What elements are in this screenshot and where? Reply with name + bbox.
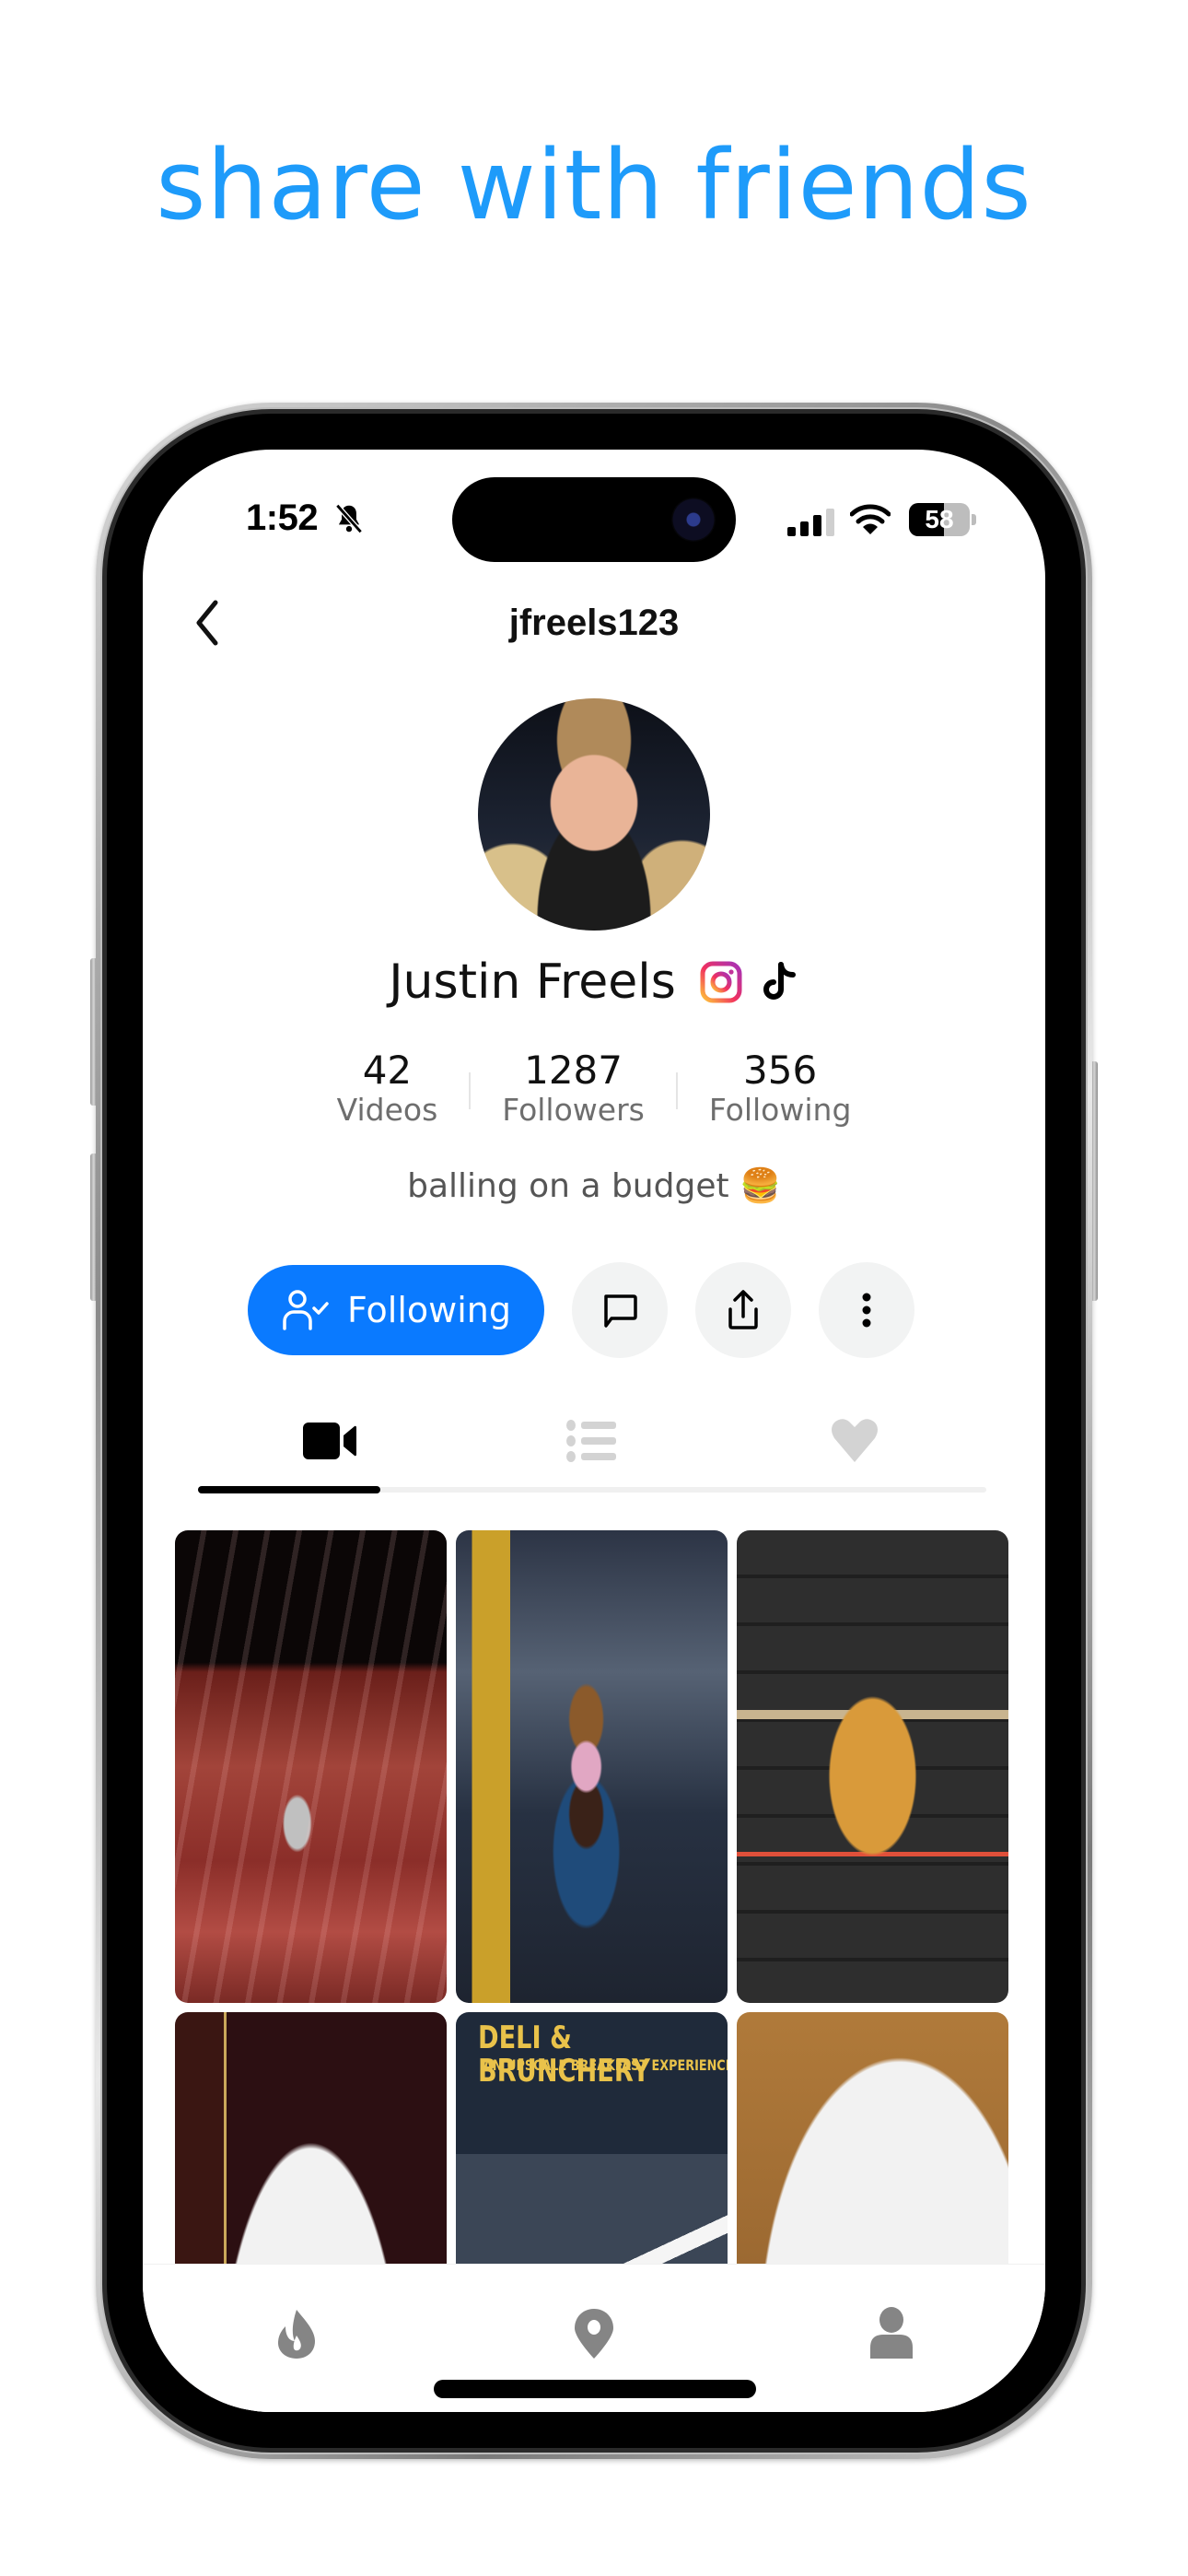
status-time: 1:52 [246,498,319,538]
stat-value: 356 [743,1048,818,1093]
display-name: Justin Freels [389,954,676,1010]
more-options-button[interactable] [819,1262,914,1358]
avatar[interactable] [478,698,710,931]
more-vertical-icon [862,1293,871,1328]
battery-percent: 58 [925,505,954,533]
video-thumbnail[interactable] [175,1530,447,2003]
tab-likes[interactable] [724,1404,986,1478]
battery-icon: 58 [909,503,970,536]
stat-label: Followers [502,1092,645,1128]
following-button[interactable]: Following [248,1265,544,1355]
flame-icon [278,2310,315,2359]
following-button-label: Following [347,1290,511,1330]
user-check-icon [283,1290,329,1330]
stat-videos[interactable]: 42 Videos [306,1050,470,1130]
tab-videos[interactable] [198,1404,460,1478]
stat-value: 42 [362,1048,413,1093]
wifi-icon [850,504,891,534]
heart-icon [832,1419,879,1462]
profile-username: jfreels123 [508,603,680,643]
phone-screen: 1:52 58 jfreels123 Justin Freels 42 Vide… [143,450,1045,2412]
dynamic-island [452,477,736,562]
home-indicator[interactable] [434,2380,756,2398]
battery-tip [972,514,976,525]
video-camera-icon [302,1423,356,1459]
tiktok-icon[interactable] [759,961,799,1003]
user-icon [870,2307,913,2359]
profile-bio: balling on a budget 🍔 [407,1167,781,1205]
nav-map[interactable] [562,2301,626,2366]
stat-label: Videos [336,1092,438,1128]
share-icon [728,1290,758,1329]
map-pin-icon [575,2309,613,2359]
message-square-icon [604,1294,637,1328]
instagram-icon[interactable] [700,961,742,1003]
nav-feed[interactable] [264,2301,329,2366]
tab-lists[interactable] [460,1404,723,1478]
stat-label: Following [708,1092,852,1128]
stat-following[interactable]: 356 Following [678,1050,883,1130]
share-button[interactable] [695,1262,791,1358]
profile-tabs [198,1404,986,1487]
video-thumbnail[interactable] [456,1530,728,2003]
stat-value: 1287 [524,1048,623,1093]
profile-name-row: Justin Freels [143,954,1045,1010]
video-thumbnail[interactable] [737,1530,1008,2003]
active-tab-indicator [198,1486,380,1493]
thumbnail-sign-subtext: AN UPSCALE BREAKFAST EXPERIENCE [483,2056,728,2074]
bell-slash-icon [335,503,363,534]
nav-profile[interactable] [859,2301,924,2366]
thumbnail-sign-text: DELI & BRUNCHERY [477,2020,650,2090]
profile-stats: 42 Videos 1287 Followers 356 Following [143,1050,1045,1130]
message-button[interactable] [572,1262,668,1358]
stat-followers[interactable]: 1287 Followers [471,1050,676,1130]
profile-actions: Following [248,1262,914,1358]
list-icon [565,1420,616,1462]
camera-lens [671,498,716,542]
marketing-headline: share with friends [156,129,1032,241]
cellular-signal-icon [787,509,834,536]
